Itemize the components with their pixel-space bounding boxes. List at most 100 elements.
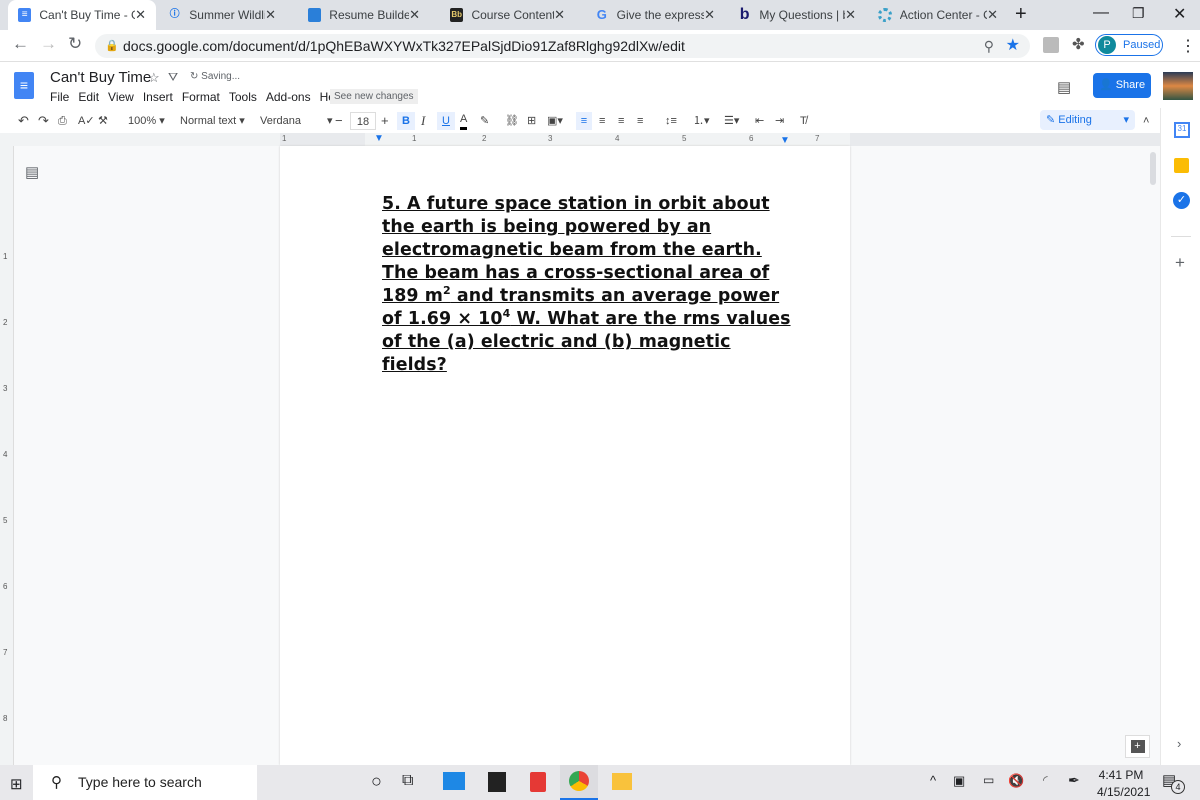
taskbar-search-input[interactable]: ⚲ Type here to search [33,765,257,800]
image-icon[interactable]: ▣▾ [547,112,563,130]
justify-icon[interactable]: ≡ [637,112,643,130]
cortana-icon[interactable]: ○ [371,771,382,792]
style-select[interactable]: Normal text ▾ [180,112,250,130]
chrome-taskbar-button[interactable] [560,765,598,800]
clock[interactable]: 4:41 PM 4/15/2021 [1097,768,1150,799]
close-tab-icon[interactable]: ✕ [704,7,715,23]
underline-button[interactable]: U [437,112,455,130]
account-avatar[interactable] [1163,72,1193,100]
office-icon[interactable] [530,772,546,792]
increase-indent-icon[interactable]: ⇥ [775,112,784,130]
comments-icon[interactable]: ▤ [1057,78,1071,96]
menu-view[interactable]: View [108,90,134,104]
tab-my-questions[interactable]: bMy Questions | ba✕ [728,0,866,30]
add-addon-icon[interactable]: + [1175,253,1185,273]
print-icon[interactable]: ⎙ [58,112,67,130]
task-view-icon[interactable]: ⧉ [402,772,413,790]
extensions-puzzle-icon[interactable]: ✤ [1072,35,1085,53]
decrease-indent-icon[interactable]: ⇤ [755,112,764,130]
profile-button[interactable]: P Paused [1095,34,1163,56]
reload-button[interactable]: ↻ [68,34,82,54]
forward-button[interactable]: → [40,34,57,54]
volume-muted-icon[interactable]: 🔇 [1008,773,1024,789]
menu-edit[interactable]: Edit [78,90,99,104]
align-right-icon[interactable]: ≡ [618,112,624,130]
document-title[interactable]: Can't Buy Time [50,69,151,86]
chrome-menu-icon[interactable]: ⋮ [1180,36,1196,56]
tab-course-content[interactable]: BbCourse Content – ✕ [440,0,575,30]
menu-insert[interactable]: Insert [143,90,173,104]
document-outline-icon[interactable]: ▤ [25,163,39,181]
bold-button[interactable]: B [397,112,415,130]
minimize-button[interactable]: — [1093,4,1109,22]
bulleted-list-icon[interactable]: ☰▾ [724,112,739,130]
show-hidden-icons[interactable]: ^ [930,773,936,788]
windows-start-icon[interactable]: ⊞ [10,775,23,793]
wifi-icon[interactable]: ◜ [1043,773,1048,787]
zoom-select[interactable]: 100% ▾ [128,112,168,130]
back-button[interactable]: ← [12,34,29,54]
url-input[interactable]: 🔒 docs.google.com/document/d/1pQhEBaWXYWx… [95,34,1030,58]
keep-icon[interactable] [1174,158,1189,173]
close-tab-icon[interactable]: ✕ [845,7,856,23]
italic-button[interactable]: I [421,112,425,130]
align-left-icon[interactable]: ≡ [576,112,592,130]
line-spacing-icon[interactable]: ↕≡ [665,112,677,130]
right-indent-marker[interactable]: ▼ [780,135,790,146]
bookmark-star-icon[interactable]: ★ [1006,34,1020,58]
align-center-icon[interactable]: ≡ [599,112,605,130]
increase-font-size-button[interactable]: + [381,112,389,130]
spellcheck-icon[interactable]: A✓ [78,112,95,130]
file-explorer-icon[interactable] [612,773,632,790]
move-to-drive-icon[interactable]: ⛛ [168,70,178,85]
pen-icon[interactable]: ✒ [1068,772,1080,789]
close-tab-icon[interactable]: ✕ [135,7,146,23]
font-select[interactable]: Verdana ▾ [260,112,333,130]
paint-format-icon[interactable]: ⚒ [98,112,108,130]
redo-icon[interactable]: ↷ [38,112,49,130]
tab-give-expression[interactable]: GGive the expressio✕ [585,0,725,30]
comment-icon[interactable]: ⊞ [527,112,536,130]
document-body-text[interactable]: 5. A future space station in orbit about… [382,193,794,377]
mail-icon[interactable] [443,772,465,790]
tasks-icon[interactable]: ✓ [1173,192,1190,209]
numbered-list-icon[interactable]: ⒈▾ [693,112,710,130]
share-button[interactable]: 👤 Share [1093,73,1151,98]
collapse-toolbar-icon[interactable]: ˄ [1143,112,1149,130]
action-center-icon[interactable]: ▤ 4 [1162,771,1185,794]
highlight-icon[interactable]: ✎ [480,112,489,130]
scrollbar-thumb[interactable] [1150,152,1156,185]
undo-icon[interactable]: ↶ [18,112,29,130]
close-tab-icon[interactable]: ✕ [987,7,998,23]
close-tab-icon[interactable]: ✕ [265,7,276,23]
zoom-icon[interactable]: ⚲ [984,34,994,58]
meet-now-icon[interactable]: ▣ [953,773,965,789]
close-tab-icon[interactable]: ✕ [554,7,565,23]
explore-button[interactable]: + [1125,735,1150,758]
clear-formatting-icon[interactable]: T̸ [800,112,807,130]
tab-summer-wildlife[interactable]: ⓘSummer Wildlife In✕ [158,0,286,30]
store-icon[interactable] [488,772,506,792]
battery-icon[interactable]: ▭ [983,773,994,787]
extension-icon[interactable] [1043,37,1059,53]
text-color-button[interactable]: A [460,112,468,130]
font-size-input[interactable]: 18 [350,112,376,130]
decrease-font-size-button[interactable]: − [335,112,343,130]
menu-file[interactable]: File [50,90,69,104]
close-window-button[interactable]: ✕ [1173,4,1186,24]
star-icon[interactable]: ☆ [148,70,160,86]
new-tab-button[interactable]: + [1015,3,1027,26]
close-tab-icon[interactable]: ✕ [409,7,420,23]
calendar-icon[interactable]: 31 [1174,122,1190,138]
tab-cant-buy-time[interactable]: ≡ Can't Buy Time - G ✕ [8,0,156,30]
tab-resume-builder[interactable]: Resume Builder · R✕ [298,0,430,30]
menu-format[interactable]: Format [182,90,220,104]
editing-mode-select[interactable]: ✎ Editing ▾ [1040,110,1135,130]
tab-action-center[interactable]: Action Center - Oc✕ [868,0,1008,30]
see-new-changes-link[interactable]: See new changes [330,89,418,104]
show-side-panel-icon[interactable]: › [1177,736,1181,751]
indent-marker[interactable]: ▼ [374,133,384,144]
menu-tools[interactable]: Tools [229,90,257,104]
link-icon[interactable]: ⛓ [505,112,519,130]
docs-logo[interactable]: ≡ [14,72,34,99]
